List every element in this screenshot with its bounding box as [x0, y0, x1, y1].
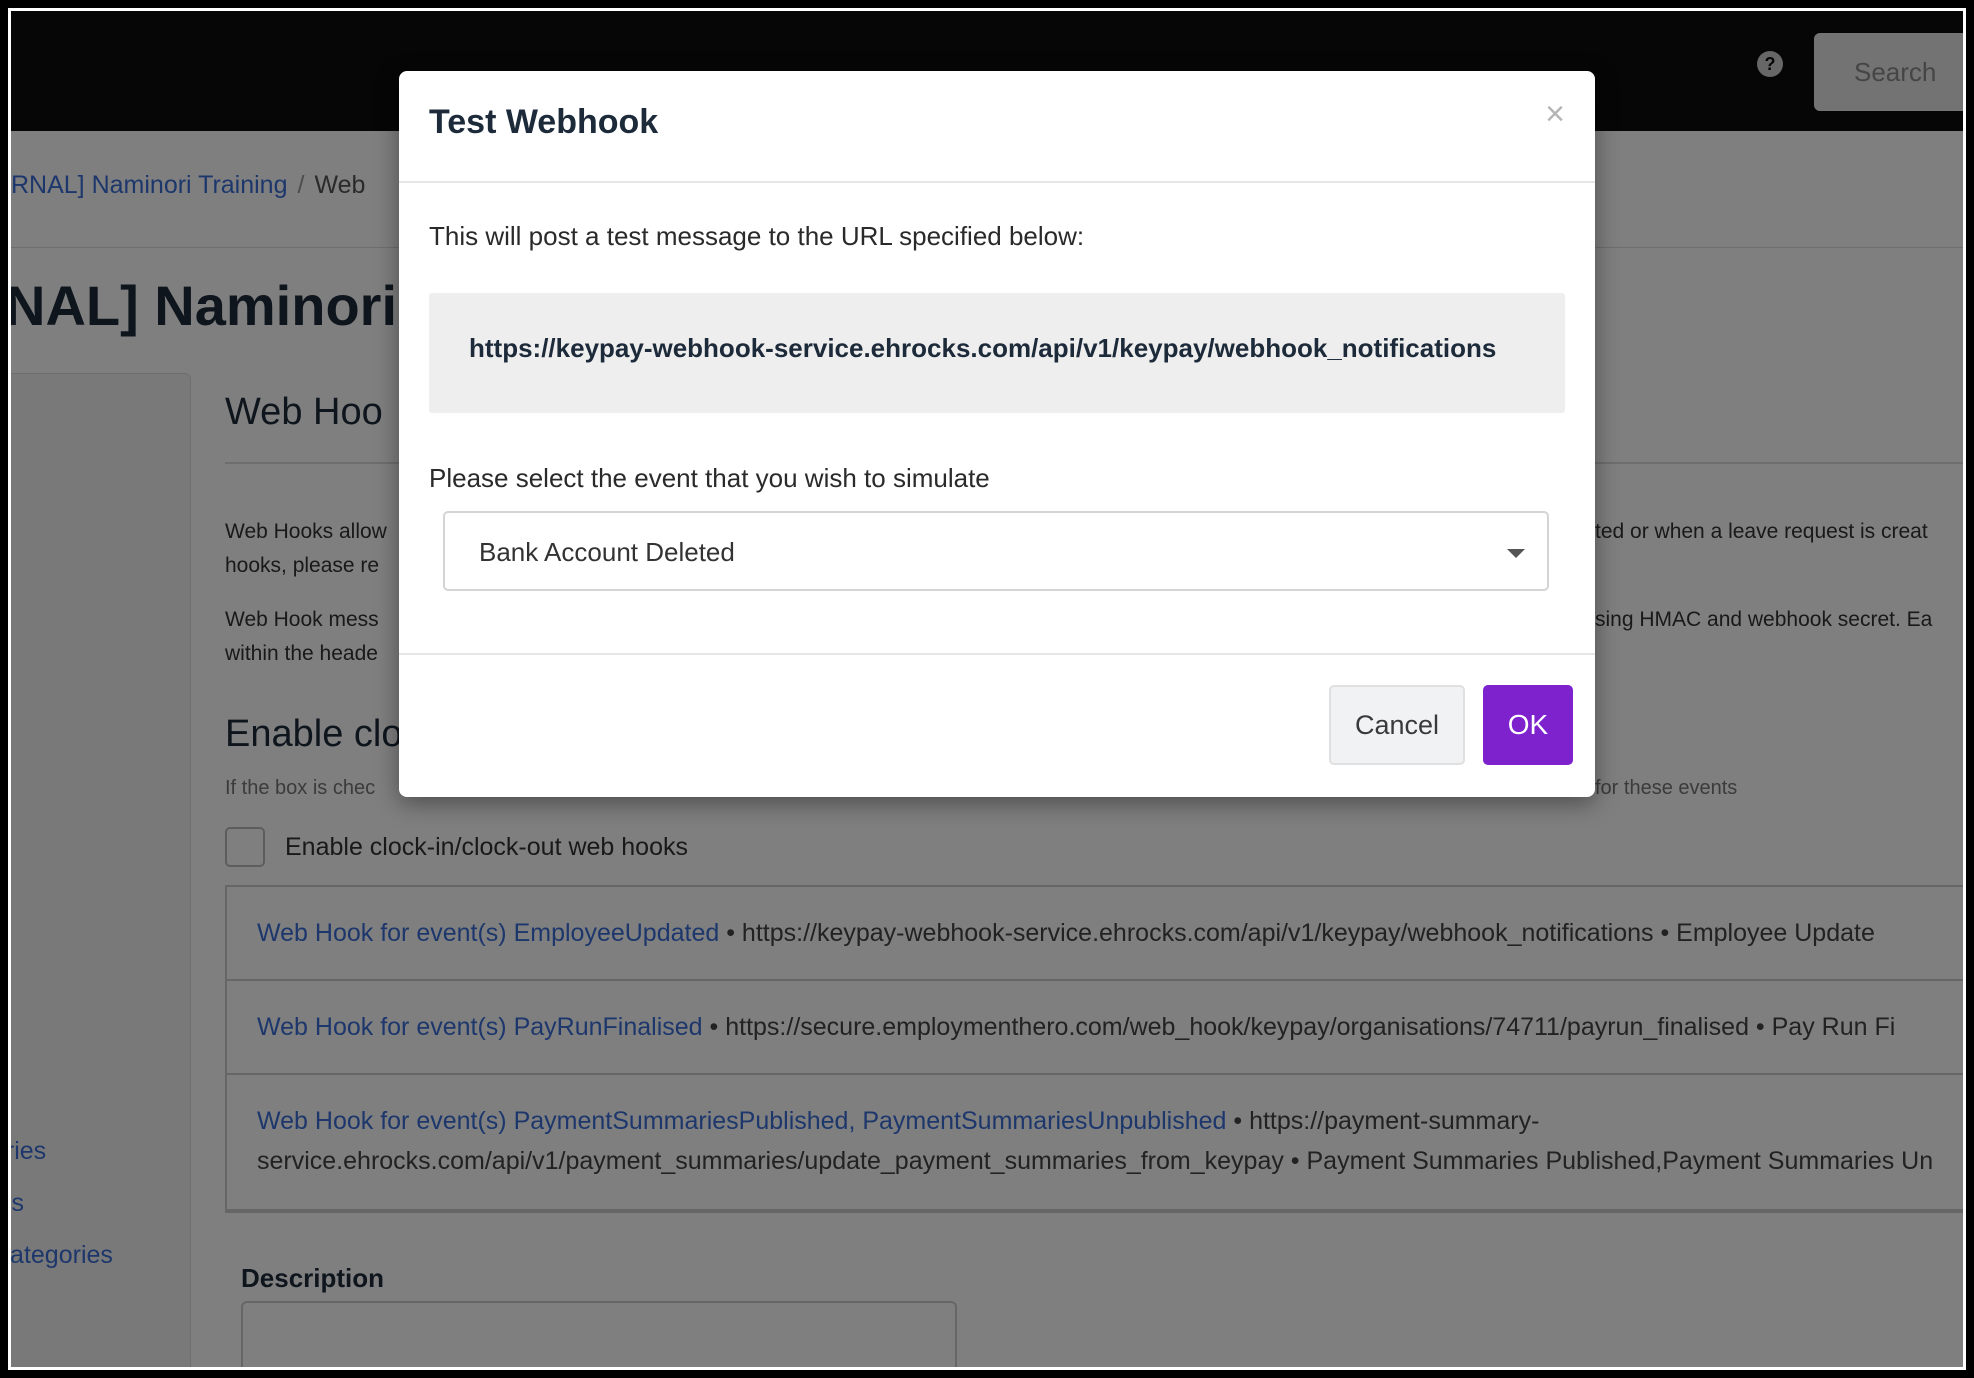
event-select-value: Bank Account Deleted: [479, 537, 735, 567]
modal-footer: Cancel OK: [399, 653, 1595, 797]
ok-button[interactable]: OK: [1483, 685, 1573, 765]
test-webhook-modal: Test Webhook × This will post a test mes…: [399, 71, 1595, 797]
modal-title: Test Webhook: [429, 103, 659, 141]
webhook-url: https://keypay-webhook-service.ehrocks.c…: [469, 333, 1497, 363]
browser-viewport: ? Search RNAL] Naminori Training/Web NAL…: [6, 6, 1968, 1372]
screenshot-frame: ? Search RNAL] Naminori Training/Web NAL…: [0, 0, 1974, 1378]
close-icon[interactable]: ×: [1545, 95, 1565, 134]
event-select-label: Please select the event that you wish to…: [429, 463, 990, 493]
url-display-box: https://keypay-webhook-service.ehrocks.c…: [429, 293, 1565, 413]
chevron-down-icon: [1507, 549, 1525, 558]
cancel-button[interactable]: Cancel: [1329, 685, 1465, 765]
event-select[interactable]: Bank Account Deleted: [443, 511, 1549, 591]
modal-header: Test Webhook ×: [399, 71, 1595, 183]
modal-intro-text: This will post a test message to the URL…: [429, 221, 1085, 251]
